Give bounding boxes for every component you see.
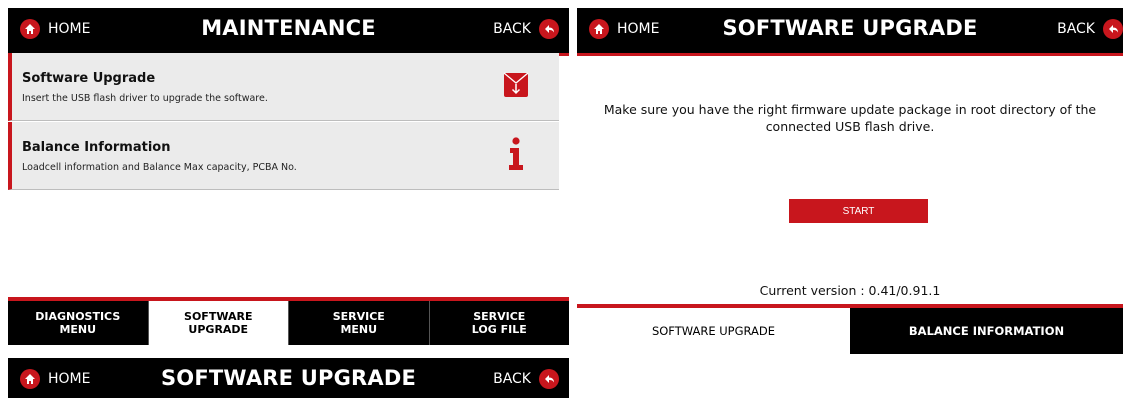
home-icon: [20, 19, 40, 39]
home-button[interactable]: HOME: [589, 19, 659, 39]
home-icon: [589, 19, 609, 39]
maintenance-tab-bar: DIAGNOSTICS MENU SOFTWARE UPGRADE SERVIC…: [8, 297, 569, 345]
back-icon: [1103, 19, 1123, 39]
start-button[interactable]: START: [789, 199, 928, 223]
home-icon: [20, 369, 40, 389]
tab-balance-information[interactable]: BALANCE INFORMATION: [850, 308, 1123, 354]
home-button[interactable]: HOME: [20, 19, 90, 39]
list-item-title: Balance Information: [22, 140, 171, 155]
maintenance-header: HOME MAINTENANCE BACK: [8, 8, 569, 56]
tab-label: SERVICE MENU: [332, 310, 385, 336]
back-icon: [539, 19, 559, 39]
page-title: SOFTWARE UPGRADE: [160, 366, 417, 390]
tab-label: DIAGNOSTICS MENU: [35, 310, 121, 336]
tab-service-log-file[interactable]: SERVICE LOG FILE: [428, 301, 570, 345]
upgrade-header-2: HOME SOFTWARE UPGRADE BACK: [8, 358, 569, 398]
back-button[interactable]: BACK: [493, 19, 559, 39]
tab-label: SERVICE LOG FILE: [471, 310, 527, 336]
upgrade-tab-bar: SOFTWARE UPGRADE BALANCE INFORMATION: [577, 304, 1123, 354]
upgrade-instructions: Make sure you have the right firmware up…: [603, 102, 1097, 134]
home-button[interactable]: HOME: [20, 369, 90, 389]
list-item-subtitle: Loadcell information and Balance Max cap…: [22, 162, 297, 173]
back-label: BACK: [493, 371, 531, 387]
software-upgrade-panel: HOME SOFTWARE UPGRADE BACK Make sure you…: [577, 8, 1123, 354]
tab-label: SOFTWARE UPGRADE: [184, 310, 253, 336]
back-label: BACK: [493, 21, 531, 37]
home-label: HOME: [617, 21, 660, 37]
home-label: HOME: [48, 371, 91, 387]
usb-download-icon: [503, 72, 529, 102]
back-button[interactable]: BACK: [1057, 19, 1123, 39]
back-icon: [539, 369, 559, 389]
list-item-subtitle: Insert the USB flash driver to upgrade t…: [22, 93, 268, 104]
current-version: Current version : 0.41/0.91.1: [759, 283, 941, 298]
list-item-software-upgrade[interactable]: Software Upgrade Insert the USB flash dr…: [8, 53, 559, 121]
back-label: BACK: [1057, 21, 1095, 37]
upgrade-header: HOME SOFTWARE UPGRADE BACK: [577, 8, 1123, 56]
software-upgrade-panel-2: HOME SOFTWARE UPGRADE BACK: [8, 358, 569, 398]
list-item-balance-information[interactable]: Balance Information Loadcell information…: [8, 122, 559, 190]
page-title: MAINTENANCE: [201, 16, 376, 40]
tab-software-upgrade[interactable]: SOFTWARE UPGRADE: [147, 301, 288, 345]
back-button[interactable]: BACK: [493, 369, 559, 389]
tab-service-menu[interactable]: SERVICE MENU: [288, 301, 429, 345]
home-label: HOME: [48, 21, 91, 37]
list-item-title: Software Upgrade: [22, 71, 156, 86]
tab-software-upgrade[interactable]: SOFTWARE UPGRADE: [577, 308, 850, 354]
tab-diagnostics-menu[interactable]: DIAGNOSTICS MENU: [8, 301, 148, 345]
info-icon: [507, 137, 525, 175]
